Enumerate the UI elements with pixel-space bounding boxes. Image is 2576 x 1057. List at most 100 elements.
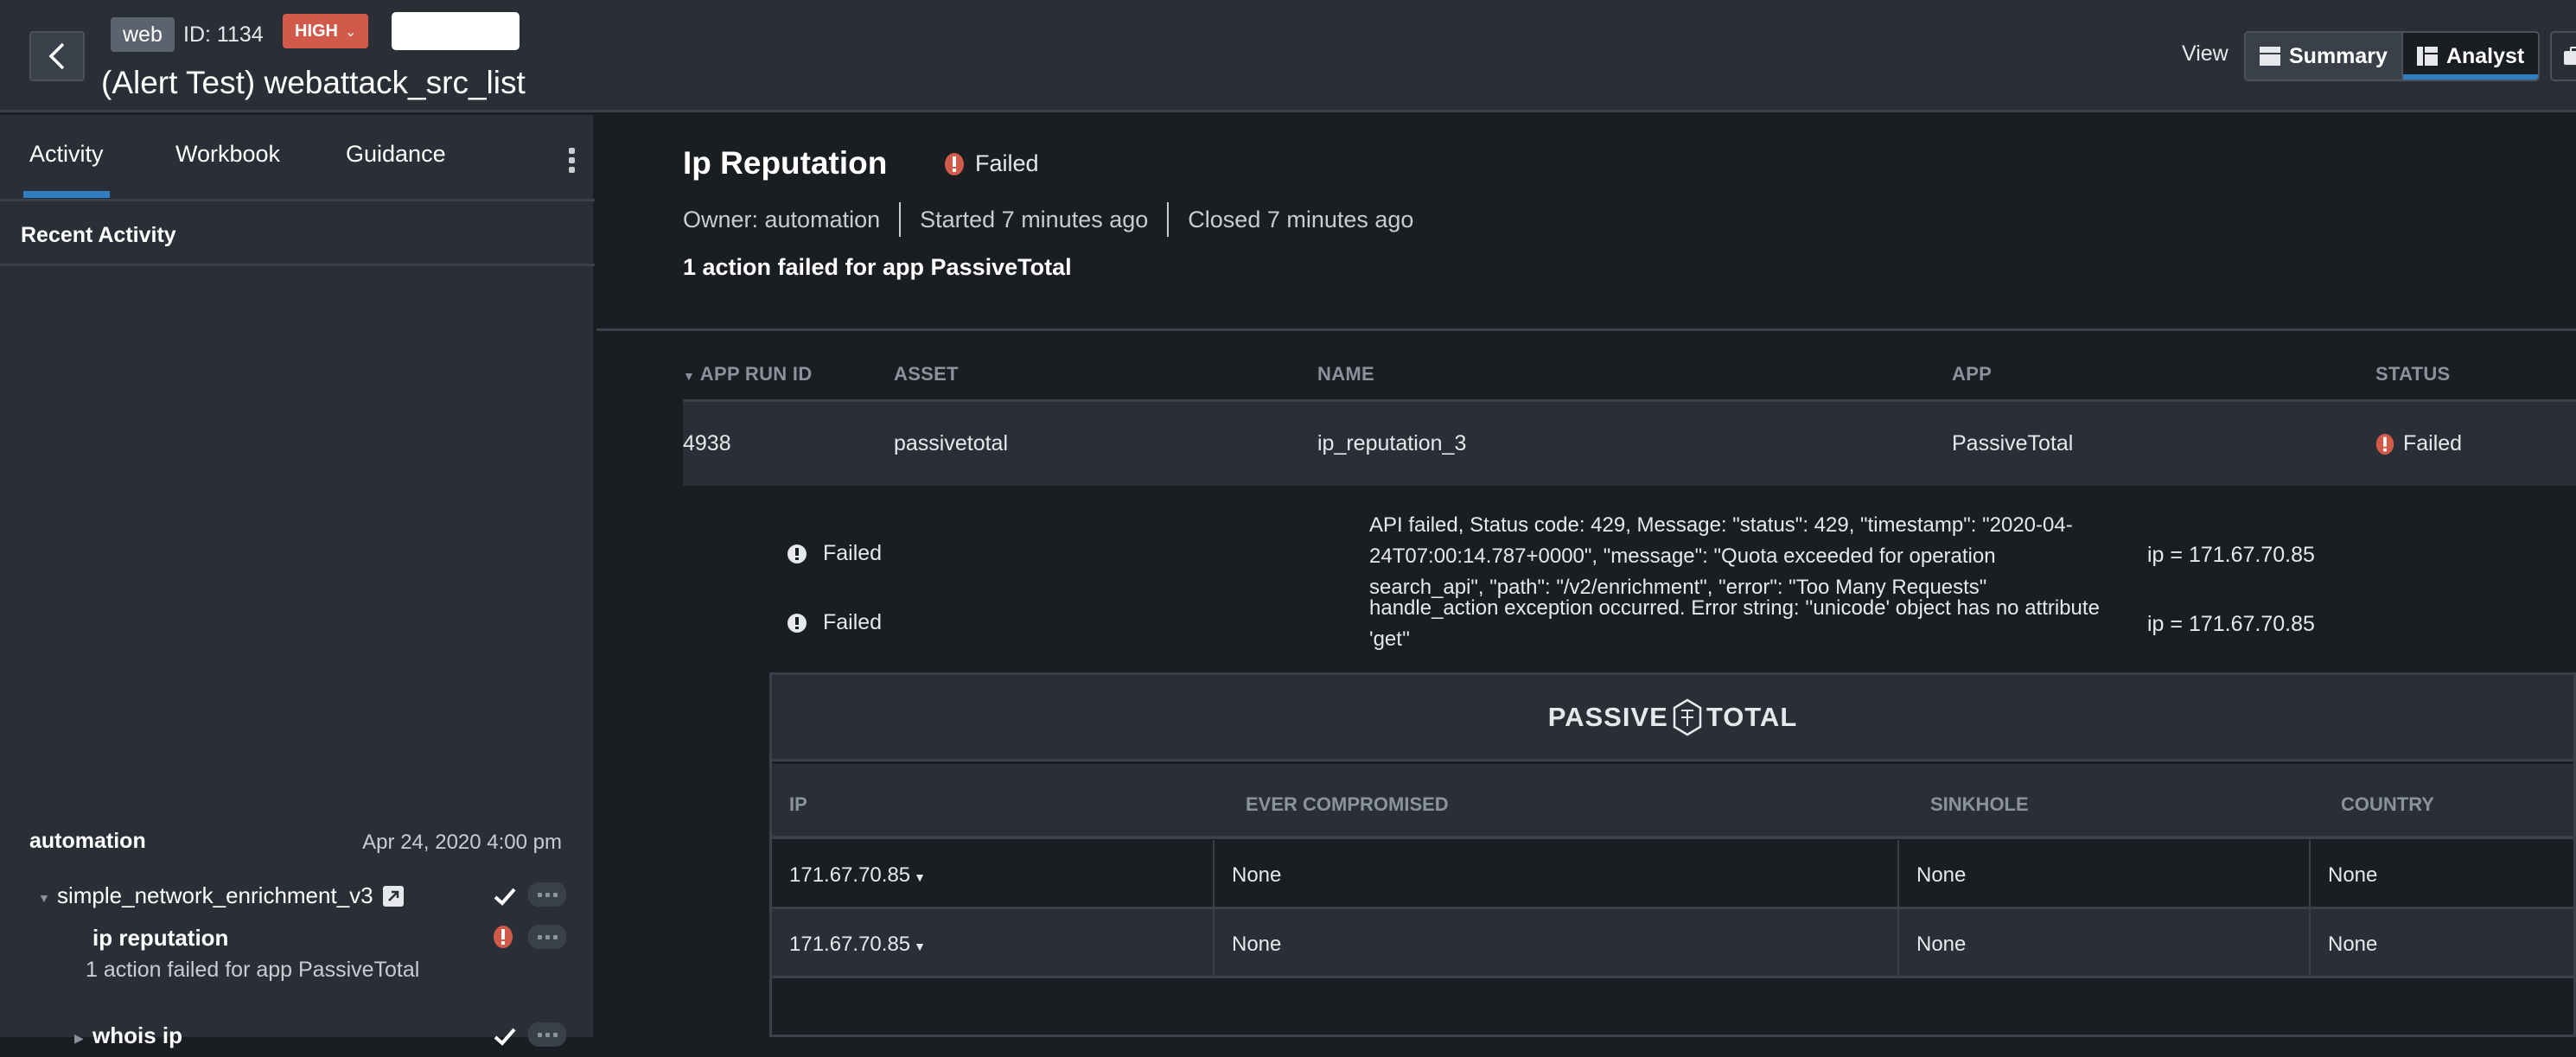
sort-desc-icon: ▼ bbox=[683, 369, 696, 383]
divider bbox=[1167, 202, 1170, 237]
ip-dropdown[interactable]: 171.67.70.85 ▼ bbox=[772, 909, 1215, 976]
app-header: web ID: 1134 HIGH ⌄ (Alert Test) webattac… bbox=[0, 0, 2576, 112]
column-header-status[interactable]: STATUS bbox=[2375, 363, 2451, 385]
result-parameter: ip = 171.67.70.85 bbox=[2147, 612, 2315, 636]
column-header-app[interactable]: APP bbox=[1952, 363, 1992, 385]
action-row[interactable]: ▶ whois ip bbox=[0, 1022, 595, 1057]
action-title: Ip Reputation bbox=[683, 145, 888, 181]
column-header-country: COUNTRY bbox=[2341, 793, 2434, 815]
check-icon bbox=[494, 888, 516, 906]
analyst-layout-icon bbox=[2416, 47, 2438, 66]
app-run-id: 4938 bbox=[683, 431, 731, 455]
activity-timestamp: Apr 24, 2020 4:00 pm bbox=[362, 831, 562, 854]
page-title: (Alert Test) webattack_src_list bbox=[101, 65, 526, 100]
asset: passivetotal bbox=[894, 431, 1009, 455]
more-options-button[interactable] bbox=[528, 925, 566, 949]
closed-text: Closed 7 minutes ago bbox=[1188, 206, 1414, 232]
action-row[interactable]: ip reputation bbox=[0, 925, 595, 959]
column-header-sinkhole: SINKHOLE bbox=[1930, 793, 2029, 815]
caret-down-icon[interactable]: ▼ bbox=[38, 891, 50, 905]
activity-panel: Activity Workbook Guidance Recent Activi… bbox=[0, 115, 595, 1048]
severity-label: HIGH bbox=[295, 22, 338, 41]
action-summary: 1 action failed for app PassiveTotal bbox=[683, 254, 1072, 280]
column-header-name[interactable]: NAME bbox=[1317, 363, 1374, 385]
country-cell: None bbox=[2328, 863, 2378, 887]
result-message: handle_action exception occurred. Error … bbox=[1369, 596, 2100, 651]
result-message: API failed, Status code: 429, Message: "… bbox=[1369, 513, 2073, 599]
table-row: 171.67.70.85 ▼ None None None bbox=[772, 840, 2573, 909]
column-label: APP RUN ID bbox=[699, 363, 813, 385]
briefcase-icon bbox=[2564, 47, 2576, 65]
widget-table-header: IP EVER COMPROMISED SINKHOLE COUNTRY bbox=[772, 764, 2573, 839]
caret-right-icon[interactable]: ▶ bbox=[74, 1031, 84, 1046]
action-meta: Owner: automation Started 7 minutes ago … bbox=[683, 202, 1413, 237]
playbook-row[interactable]: ▼ simple_network_enrichment_v3 bbox=[0, 882, 595, 917]
ip-value: 171.67.70.85 bbox=[789, 933, 911, 956]
error-icon bbox=[787, 613, 807, 633]
sinkhole-cell: None bbox=[1899, 840, 2311, 907]
table-row: 171.67.70.85 ▼ None None None bbox=[772, 909, 2573, 978]
section-title: Recent Activity bbox=[0, 204, 595, 266]
external-link-icon[interactable] bbox=[383, 886, 404, 907]
action-message: 1 action failed for app PassiveTotal bbox=[86, 958, 420, 982]
error-icon bbox=[945, 152, 964, 175]
ever-compromised-cell: None bbox=[1215, 840, 1899, 907]
caret-down-icon: ▼ bbox=[914, 870, 926, 884]
tab-guidance[interactable]: Guidance bbox=[346, 141, 446, 168]
view-summary-label: Summary bbox=[2289, 43, 2388, 68]
view-toggle: Summary Analyst bbox=[2244, 31, 2541, 81]
column-header-ip: IP bbox=[789, 793, 807, 815]
status-text: Failed bbox=[823, 541, 883, 565]
playbook-name[interactable]: simple_network_enrichment_v3 bbox=[57, 882, 373, 909]
view-analyst-label: Analyst bbox=[2445, 43, 2525, 68]
column-header-asset[interactable]: ASSET bbox=[894, 363, 959, 385]
error-icon bbox=[2375, 433, 2394, 455]
logo-text-right: TOTAL bbox=[1706, 701, 1798, 732]
kebab-menu-icon[interactable] bbox=[569, 148, 576, 176]
action-name[interactable]: ip reputation bbox=[92, 925, 228, 952]
caret-down-icon: ▼ bbox=[914, 939, 926, 953]
view-label: View bbox=[2182, 41, 2228, 66]
column-header-app-run-id[interactable]: ▼ APP RUN ID bbox=[683, 363, 813, 385]
status-badge: Failed bbox=[944, 150, 1039, 177]
tools-button[interactable] bbox=[2550, 31, 2576, 81]
ip-dropdown[interactable]: 171.67.70.85 ▼ bbox=[772, 840, 1215, 907]
sinkhole-cell: None bbox=[1899, 909, 2311, 976]
back-button[interactable] bbox=[29, 31, 85, 81]
severity-dropdown[interactable]: HIGH ⌄ bbox=[283, 14, 369, 48]
error-icon bbox=[787, 544, 807, 564]
section-divider bbox=[596, 328, 2576, 331]
run-status: Failed bbox=[2375, 431, 2462, 456]
started-text: Started 7 minutes ago bbox=[920, 206, 1149, 232]
view-analyst-button[interactable]: Analyst bbox=[2402, 33, 2539, 80]
status-text: Failed bbox=[975, 150, 1039, 176]
app-name: PassiveTotal bbox=[1952, 431, 2074, 455]
hexagon-logo-icon bbox=[1673, 698, 1702, 735]
chevron-left-icon bbox=[48, 42, 65, 70]
activity-user: automation bbox=[29, 829, 146, 853]
more-options-button[interactable] bbox=[528, 882, 566, 907]
more-options-button[interactable] bbox=[528, 1022, 566, 1047]
owner-text: Owner: automation bbox=[683, 206, 881, 232]
logo-text-left: PASSIVE bbox=[1547, 701, 1668, 732]
divider bbox=[899, 202, 902, 237]
ip-value: 171.67.70.85 bbox=[789, 863, 911, 887]
status-text: Failed bbox=[2403, 431, 2463, 455]
result-status: Failed bbox=[787, 610, 882, 635]
column-header-ever-compromised: EVER COMPROMISED bbox=[1246, 793, 1449, 815]
label-tag: web bbox=[111, 17, 175, 52]
check-icon bbox=[494, 1028, 516, 1046]
status-text: Failed bbox=[823, 610, 883, 634]
action-name: ip_reputation_3 bbox=[1317, 431, 1467, 455]
ever-compromised-cell: None bbox=[1215, 909, 1899, 976]
table-row[interactable]: 4938 passivetotal ip_reputation_3 Passiv… bbox=[683, 399, 2576, 486]
error-icon bbox=[494, 926, 513, 948]
view-summary-button[interactable]: Summary bbox=[2246, 33, 2403, 80]
panel-tabs: Activity Workbook Guidance bbox=[0, 115, 595, 201]
result-parameter: ip = 171.67.70.85 bbox=[2147, 543, 2315, 567]
tab-activity[interactable]: Activity bbox=[23, 141, 109, 198]
summary-layout-icon bbox=[2260, 47, 2280, 66]
action-name[interactable]: whois ip bbox=[92, 1022, 182, 1049]
status-field[interactable] bbox=[392, 12, 520, 50]
tab-workbook[interactable]: Workbook bbox=[175, 141, 280, 168]
